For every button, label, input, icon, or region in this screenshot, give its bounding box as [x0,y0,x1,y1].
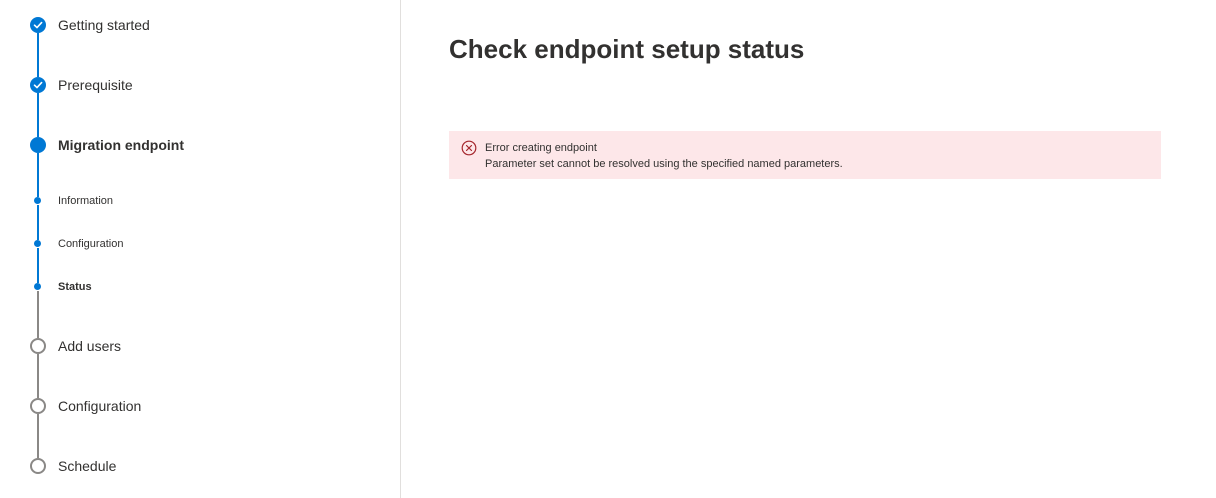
substep-status[interactable]: Status [58,281,92,293]
substep-dot [34,240,41,247]
wizard-sidebar: Getting started Prerequisite Migration e… [0,0,401,498]
step-migration-endpoint[interactable]: Migration endpoint [58,137,184,153]
error-circle-icon [461,140,477,156]
step-connector [37,414,39,458]
checkmark-icon [30,17,46,33]
step-connector [37,33,39,77]
substep-configuration[interactable]: Configuration [58,238,123,250]
step-connector [37,248,39,283]
substep-information[interactable]: Information [58,195,113,207]
pending-step-circle [30,398,46,414]
error-message-bar: Error creating endpoint Parameter set ca… [449,131,1161,179]
error-message: Parameter set cannot be resolved using t… [485,158,843,170]
step-prerequisite[interactable]: Prerequisite [58,77,133,93]
page-title: Check endpoint setup status [449,34,805,64]
substep-dot [34,283,41,290]
pending-step-circle [30,458,46,474]
step-connector [37,291,39,338]
step-getting-started[interactable]: Getting started [58,17,150,33]
substep-dot [34,197,41,204]
step-schedule[interactable]: Schedule [58,458,116,474]
step-connector [37,93,39,137]
step-add-users[interactable]: Add users [58,338,121,354]
step-connector [37,205,39,240]
error-title: Error creating endpoint [485,142,597,154]
current-step-indicator [30,137,46,153]
pending-step-circle [30,338,46,354]
step-connector [37,153,39,197]
step-configuration[interactable]: Configuration [58,398,141,414]
checkmark-icon [30,77,46,93]
step-connector [37,354,39,398]
